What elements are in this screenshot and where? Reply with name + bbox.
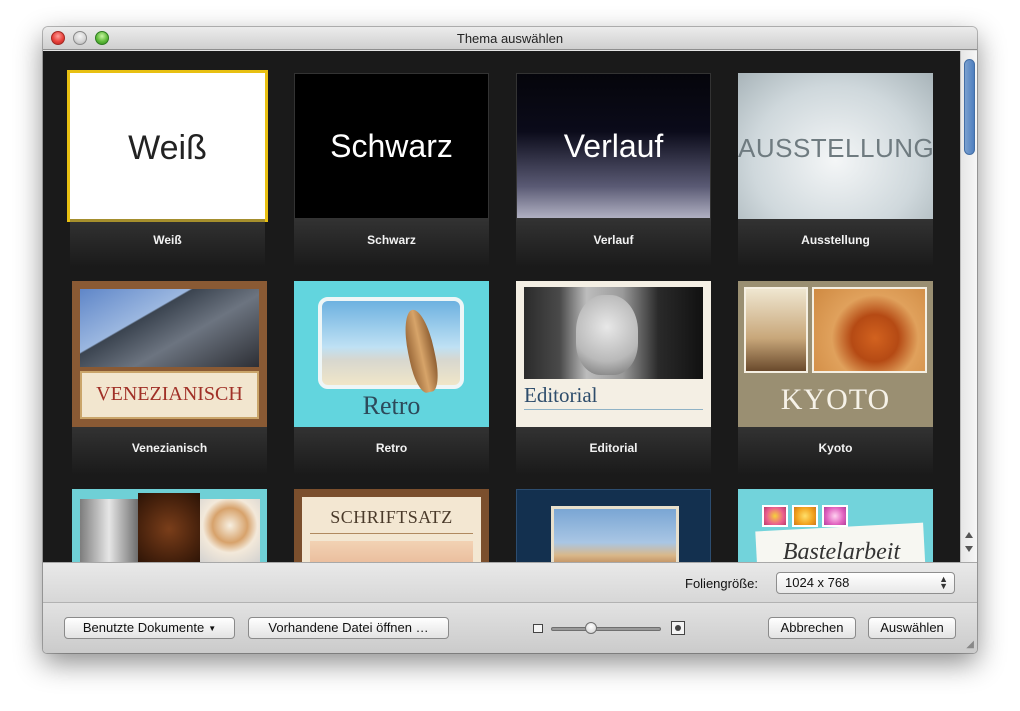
thumbnail-size-slider-knob[interactable]	[585, 622, 598, 634]
theme-grid[interactable]: Weiß Weiß Schwarz Schwarz Verlauf Verlau…	[43, 51, 960, 562]
choose-button[interactable]: Auswählen	[868, 617, 956, 639]
divider	[310, 533, 473, 534]
flower-photo	[762, 505, 788, 527]
slide-size-bar: Foliengröße: 1024 x 768 ▲ ▼	[43, 562, 977, 602]
theme-thumbnail[interactable]: Weiß	[67, 70, 268, 222]
thumbnail-title: Retro	[362, 391, 421, 420]
slide-size-value: 1024 x 768	[785, 575, 850, 590]
theme-thumbnail[interactable]: Editorial	[516, 281, 711, 427]
portrait-face-image	[576, 295, 638, 375]
thumbnail-title: SCHRIFTSATZ	[330, 507, 453, 527]
thumbnail-title: Bastelarbeit	[782, 539, 901, 562]
flower-photo	[822, 505, 848, 527]
landscape-photo	[310, 541, 473, 562]
up-down-arrows-icon: ▲ ▼	[939, 574, 948, 591]
thumbnail-title: AUSSTELLUNG	[738, 133, 933, 163]
food-photo	[744, 287, 808, 373]
theme-label: Ausstellung	[801, 233, 870, 247]
theme-thumbnail[interactable]: Verlauf	[516, 73, 711, 219]
theme-thumbnail[interactable]	[516, 489, 711, 562]
scroll-up-arrow-icon[interactable]	[965, 532, 973, 538]
slide-size-popup[interactable]: 1024 x 768 ▲ ▼	[776, 572, 955, 594]
thumbnail-title: Schwarz	[330, 128, 453, 164]
surfboard-photo	[318, 297, 464, 395]
thumbnail-title: VENEZIANISCH	[96, 383, 243, 405]
cancel-button[interactable]: Abbrechen	[768, 617, 856, 639]
theme-chooser-window: Thema auswählen Weiß Weiß Schwarz Schwar…	[43, 27, 977, 653]
title-bar[interactable]: Thema auswählen	[43, 27, 977, 50]
window-title: Thema auswählen	[456, 31, 564, 46]
slide-size-label: Foliengröße:	[685, 576, 758, 591]
open-existing-file-button[interactable]: Vorhandene Datei öffnen …	[248, 617, 449, 639]
teapot-photo	[812, 287, 927, 373]
recent-documents-button[interactable]: Benutzte Dokumente ▼	[64, 617, 235, 639]
surfboard-image	[399, 307, 443, 395]
bottom-toolbar: Benutzte Dokumente ▼ Vorhandene Datei öff…	[43, 602, 977, 653]
recent-documents-label: Benutzte Dokumente	[82, 620, 205, 635]
theme-label: Weiß	[153, 233, 182, 247]
large-thumbnail-size-icon[interactable]	[671, 621, 685, 635]
scroll-down-arrow-icon[interactable]	[965, 546, 973, 552]
coffee-cup-photo	[200, 499, 260, 562]
coffee-grinder-photo	[80, 499, 138, 562]
theme-label: Kyoto	[818, 441, 853, 455]
flower-photo	[792, 505, 818, 527]
theme-thumbnail[interactable]: AUSSTELLUNG	[738, 73, 933, 219]
theme-thumbnail[interactable]: Retro	[294, 281, 489, 427]
thumbnail-title: KYOTO	[780, 383, 891, 416]
building-photo	[80, 289, 259, 367]
thumbnail-title: Editorial	[524, 383, 598, 407]
scrollbar-thumb[interactable]	[964, 59, 975, 155]
dropdown-arrow-icon: ▼	[208, 624, 217, 633]
thumbnail-size-slider[interactable]	[551, 627, 661, 631]
theme-label: Venezianisch	[131, 441, 208, 455]
theme-thumbnail[interactable]: VENEZIANISCH	[72, 281, 267, 427]
resize-grip-icon[interactable]: ◢	[966, 640, 974, 650]
portrait-photo	[524, 287, 703, 379]
small-thumbnail-size-icon[interactable]	[533, 624, 543, 633]
divider	[524, 409, 703, 410]
thumbnail-title: Verlauf	[563, 128, 664, 164]
vertical-scrollbar[interactable]	[960, 51, 977, 562]
theme-label: Verlauf	[593, 233, 634, 247]
theme-label: Retro	[375, 441, 408, 455]
coastal-town-photo	[551, 506, 679, 562]
thumbnail-title: Weiß	[128, 129, 207, 167]
theme-label: Schwarz	[367, 233, 416, 247]
coffee-beans-photo	[138, 493, 200, 562]
theme-thumbnail[interactable]: Bastelarbeit	[738, 489, 933, 562]
theme-thumbnail[interactable]: KYOTO	[738, 281, 933, 427]
theme-thumbnail[interactable]	[72, 489, 267, 562]
theme-label: Editorial	[589, 441, 638, 455]
theme-thumbnail[interactable]: SCHRIFTSATZ	[294, 489, 489, 562]
theme-thumbnail[interactable]: Schwarz	[294, 73, 489, 219]
